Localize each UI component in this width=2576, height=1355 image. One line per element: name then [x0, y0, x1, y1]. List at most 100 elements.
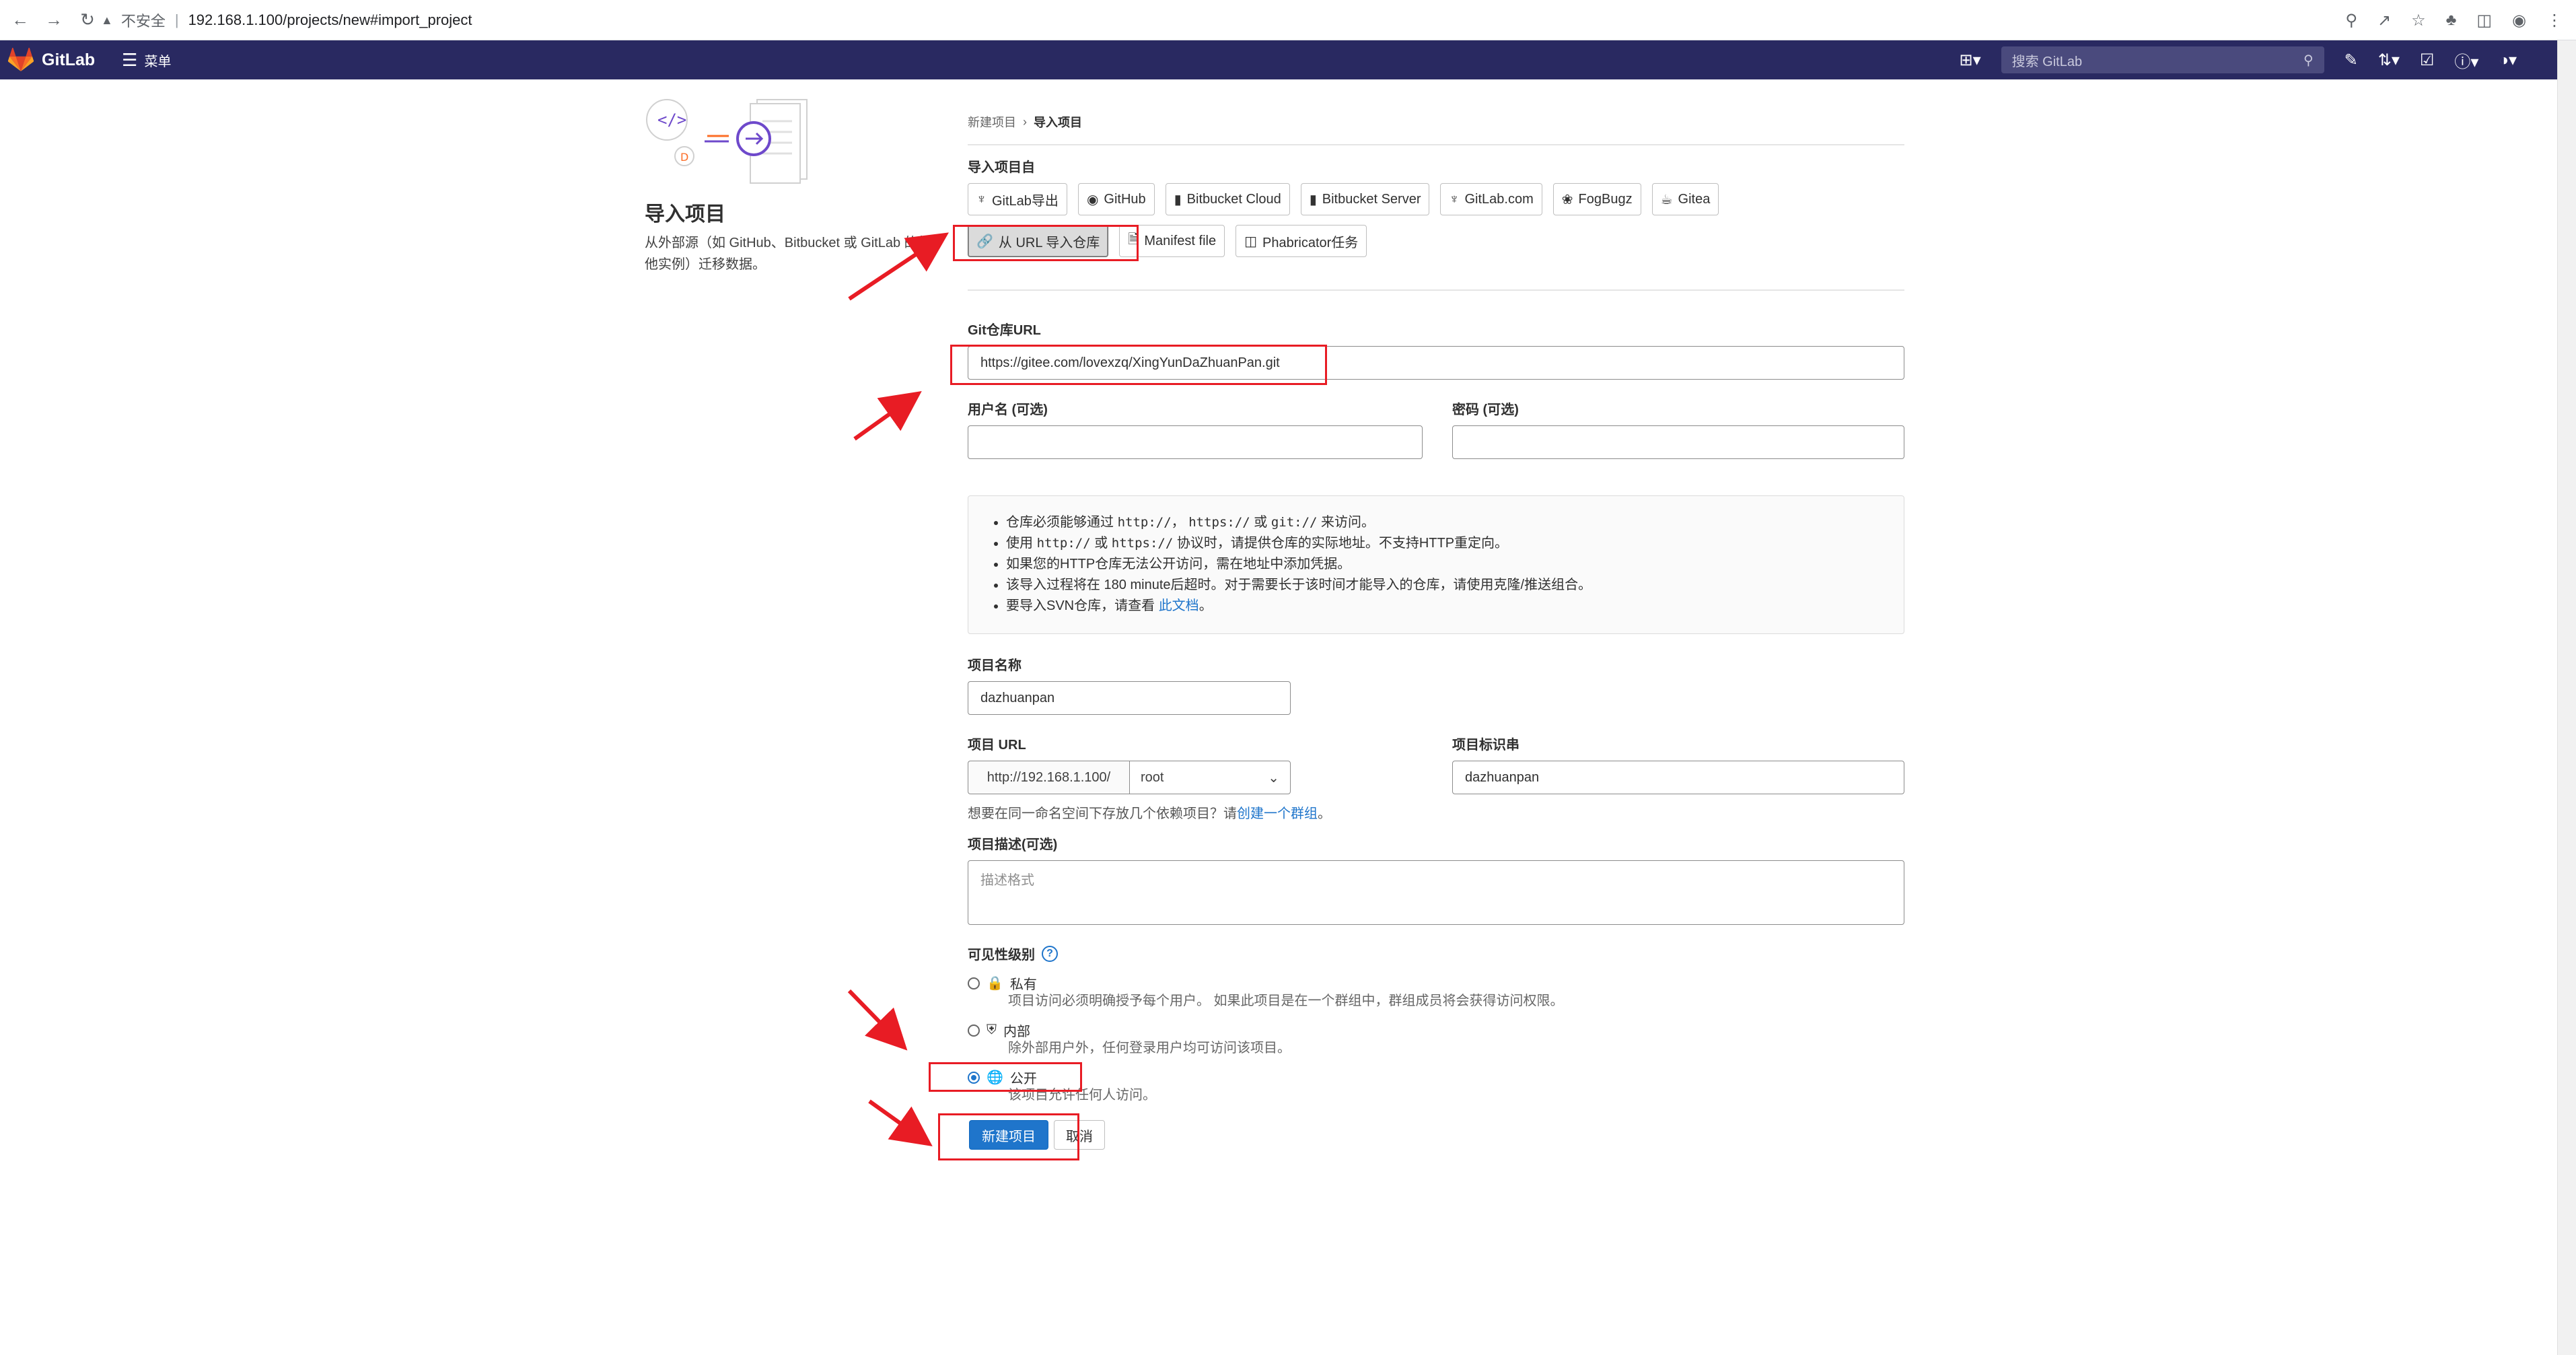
password-label: 密码 (可选) — [1452, 403, 1519, 417]
breadcrumb-parent[interactable]: 新建项目 — [968, 113, 1016, 131]
new-item-icon[interactable]: ⊞▾ — [1959, 50, 1980, 70]
extensions-icon[interactable]: ♣ — [2446, 11, 2457, 30]
menu-label: 菜单 — [144, 54, 172, 69]
todo-icon[interactable]: ☑ — [2420, 50, 2435, 70]
import-info-box: 仓库必须能够通过 http://， https:// 或 git:// 来访问。… — [968, 495, 1904, 634]
help-icon[interactable]: ⓘ▾ — [2454, 48, 2478, 72]
repo-url-label: Git仓库URL — [968, 323, 1041, 338]
annotation-box — [938, 1113, 1079, 1160]
svn-doc-link[interactable]: 此文档 — [1159, 598, 1199, 613]
github-icon: ◉ — [1086, 192, 1099, 207]
key-icon[interactable]: ⚲ — [2345, 11, 2357, 30]
button-label: GitHub — [1104, 191, 1146, 207]
tanuki-icon: ♆ — [1449, 191, 1460, 207]
info-line: 要导入SVN仓库，请查看 此文档。 — [1006, 596, 1904, 617]
lock-icon: 🔒 — [987, 976, 1003, 991]
search-input[interactable]: 搜索 GitLab ⚲ — [2001, 46, 2324, 73]
project-slug-field[interactable]: dazhuanpan — [1452, 761, 1904, 794]
help-circle-icon[interactable]: ? — [1042, 945, 1058, 962]
scrollbar[interactable] — [2557, 40, 2576, 1355]
project-url-label: 项目 URL — [968, 738, 1026, 753]
project-name-field[interactable]: dazhuanpan — [968, 681, 1291, 715]
project-slug-label: 项目标识串 — [1452, 738, 1519, 753]
address-separator: | — [174, 11, 179, 28]
reload-icon[interactable]: ↻ — [74, 7, 101, 34]
namespace-select[interactable]: root ⌄ — [1129, 761, 1291, 794]
radio-private[interactable] — [968, 977, 980, 989]
hamburger-icon: ☰ — [122, 49, 138, 70]
bug-icon: ❀ — [1561, 192, 1573, 207]
address-url[interactable]: 192.168.1.100/projects/new#import_projec… — [188, 11, 472, 29]
fogbugz-button[interactable]: ❀ FogBugz — [1552, 183, 1641, 215]
button-label: FogBugz — [1578, 191, 1633, 207]
issues-icon[interactable]: ✎ — [2345, 50, 2358, 70]
phabricator-button[interactable]: ◫ Phabricator任务 — [1236, 225, 1367, 257]
bitbucket-icon: ▮ — [1309, 192, 1317, 207]
import-sources-row-1: ♆ GitLab导出 ◉ GitHub ▮ Bitbucket Cloud ▮ Bitb… — [968, 183, 1719, 215]
page-title: 导入项目 — [645, 203, 725, 225]
svg-text:</>: </> — [657, 110, 686, 129]
info-line: 仓库必须能够通过 http://， https:// 或 git:// 来访问。 — [1006, 512, 1904, 533]
page-description: 从外部源（如 GitHub、Bitbucket 或 GitLab 的其他实例）迁… — [645, 236, 931, 272]
visibility-label: 可见性级别 ? — [968, 944, 1058, 963]
option-description: 除外部用户外，任何登录用户均可访问该项目。 — [1008, 1041, 1291, 1055]
browser-actions: ⚲ ↗ ☆ ♣ ◫ ◉ ⋮ — [2345, 7, 2563, 34]
breadcrumb-current: 导入项目 — [1034, 116, 1082, 129]
address-bar[interactable]: ▲ 不安全 | 192.168.1.100/projects/new#impor… — [101, 5, 2322, 35]
create-group-link[interactable]: 创建一个群组 — [1237, 806, 1318, 821]
main-menu-button[interactable]: ☰ 菜单 — [122, 50, 171, 71]
search-placeholder: 搜索 GitLab — [2011, 54, 2083, 69]
info-line: 该导入过程将在 180 minute后超时。对于需要长于该时间才能导入的仓库，请… — [1006, 575, 1904, 596]
nav-right-actions: ⊞▾ 搜索 GitLab ⚲ ✎ ⇅▾ ☑ ⓘ▾ ◑▾ — [1959, 40, 2517, 79]
merge-requests-icon[interactable]: ⇅▾ — [2378, 50, 2400, 70]
insecure-label: 不安全 — [120, 13, 166, 30]
phabricator-icon: ◫ — [1244, 234, 1258, 249]
user-avatar[interactable]: ◑▾ — [2499, 50, 2517, 70]
shield-icon: ⛨ — [987, 1022, 997, 1037]
project-name-label: 项目名称 — [968, 658, 1022, 673]
button-label: Bitbucket Cloud — [1186, 191, 1281, 207]
project-url-group: http://192.168.1.100/ root ⌄ — [968, 761, 1291, 794]
annotation-arrow — [847, 989, 908, 1051]
annotation-box — [953, 225, 1139, 261]
radio-internal[interactable] — [968, 1024, 980, 1037]
button-label: Manifest file — [1144, 233, 1217, 248]
import-from-label: 导入项目自 — [968, 160, 1035, 175]
namespace-value: root — [1141, 769, 1164, 785]
kebab-menu-icon[interactable]: ⋮ — [2546, 11, 2563, 30]
info-line: 如果您的HTTP仓库无法公开访问，需在地址中添加凭据。 — [1006, 554, 1904, 575]
sidepanel-icon[interactable]: ◫ — [2476, 11, 2492, 30]
github-button[interactable]: ◉ GitHub — [1077, 183, 1155, 215]
annotation-box — [929, 1062, 1082, 1092]
button-label: Gitea — [1678, 191, 1711, 207]
share-icon[interactable]: ↗ — [2377, 11, 2391, 30]
button-label: Phabricator任务 — [1262, 235, 1359, 250]
gitea-button[interactable]: ☕ Gitea — [1651, 183, 1719, 215]
gitlab-export-button[interactable]: ♆ GitLab导出 — [968, 183, 1067, 215]
browser-toolbar: ← → ↻ ▲ 不安全 | 192.168.1.100/projects/new… — [0, 0, 2576, 40]
bitbucket-server-button[interactable]: ▮ Bitbucket Server — [1300, 183, 1430, 215]
username-field[interactable] — [968, 425, 1423, 459]
star-icon[interactable]: ☆ — [2411, 11, 2426, 30]
bitbucket-icon: ▮ — [1174, 192, 1182, 207]
annotation-arrow — [868, 1099, 933, 1146]
bitbucket-cloud-button[interactable]: ▮ Bitbucket Cloud — [1165, 183, 1290, 215]
profile-icon[interactable]: ◉ — [2512, 11, 2526, 30]
breadcrumb: 新建项目 › 导入项目 — [968, 113, 1082, 131]
tanuki-icon: ♆ — [976, 191, 987, 207]
back-icon[interactable]: ← — [7, 7, 34, 34]
svg-text:D: D — [680, 151, 688, 164]
forward-icon[interactable]: → — [40, 7, 67, 34]
annotation-arrow — [853, 391, 922, 441]
chevron-right-icon: › — [1023, 114, 1027, 129]
divider — [968, 144, 1904, 145]
password-field[interactable] — [1452, 425, 1904, 459]
username-label: 用户名 (可选) — [968, 403, 1048, 417]
gitlab-logo[interactable]: GitLab — [8, 48, 95, 72]
gitea-icon: ☕ — [1660, 192, 1673, 207]
button-label: Bitbucket Server — [1322, 191, 1421, 207]
group-hint: 想要在同一命名空间下存放几个依赖项目？请创建一个群组。 — [968, 806, 1331, 821]
gitlab-com-button[interactable]: ♆ GitLab.com — [1440, 183, 1542, 215]
chevron-down-icon: ⌄ — [1268, 770, 1279, 786]
description-field[interactable]: 描述格式 — [968, 860, 1904, 925]
